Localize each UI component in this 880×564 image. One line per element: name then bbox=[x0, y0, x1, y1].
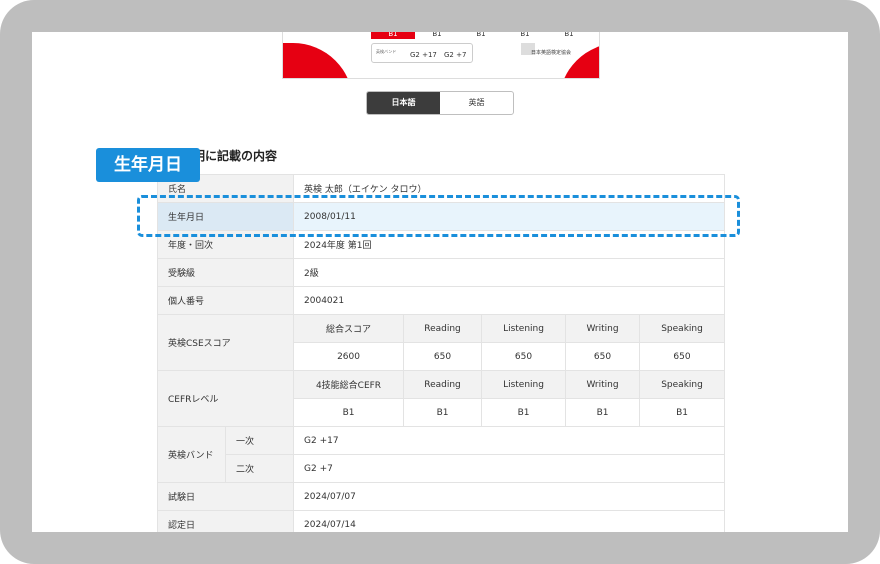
cse-value: 2600 bbox=[293, 342, 405, 371]
language-english-button[interactable]: 英語 bbox=[440, 92, 513, 114]
cse-header: Reading bbox=[403, 314, 483, 343]
certificate-cefr-value: B1 bbox=[520, 32, 530, 38]
table-row-exam-date: 試験日 2024/07/07 bbox=[156, 482, 726, 511]
row-value: 2004021 bbox=[293, 286, 726, 315]
cefr-value: B1 bbox=[481, 398, 567, 427]
device-frame: B1 B1 B1 B1 B1 英検バンド G2 +17 G2 +7 日本英語検定… bbox=[0, 0, 880, 564]
certificate-band-first: G2 +17 bbox=[410, 51, 437, 59]
cefr-header: Reading bbox=[403, 370, 483, 399]
row-label: 試験日 bbox=[156, 482, 295, 511]
row-label: 英検バンド bbox=[157, 426, 226, 483]
row-value: 英検 太郎（エイケン タロウ） bbox=[293, 174, 726, 203]
cse-header: 総合スコア bbox=[293, 314, 405, 343]
cse-value: 650 bbox=[403, 342, 483, 371]
table-row-cse-header: 英検CSEスコア 総合スコア Reading Listening Writing… bbox=[156, 314, 726, 371]
cse-value: 650 bbox=[565, 342, 641, 371]
cefr-header: Speaking bbox=[639, 370, 726, 399]
certificate-red-decoration-left bbox=[283, 43, 353, 78]
band-first-value: G2 +17 bbox=[293, 426, 726, 455]
band-second-value: G2 +7 bbox=[293, 454, 726, 483]
certificate-cefr-value: B1 bbox=[371, 32, 415, 39]
row-value: 2008/01/11 bbox=[293, 202, 726, 231]
cefr-value: B1 bbox=[403, 398, 483, 427]
cefr-header: 4技能総合CEFR bbox=[293, 370, 405, 399]
certificate-cefr-value: B1 bbox=[564, 32, 574, 38]
certificate-issuer: 日本英語検定協会 bbox=[531, 50, 572, 56]
screen: B1 B1 B1 B1 B1 英検バンド G2 +17 G2 +7 日本英語検定… bbox=[32, 32, 848, 532]
table-row-result-date: 認定日 2024/07/14 bbox=[156, 510, 726, 532]
cse-header: Speaking bbox=[639, 314, 726, 343]
cefr-header: Listening bbox=[481, 370, 567, 399]
cefr-value: B1 bbox=[639, 398, 726, 427]
row-label: 認定日 bbox=[156, 510, 295, 532]
row-label: 年度・回次 bbox=[156, 230, 295, 259]
language-toggle: 日本語 英語 bbox=[366, 91, 514, 115]
cse-header: Writing bbox=[565, 314, 641, 343]
certificate-cefr-value: B1 bbox=[432, 32, 442, 38]
table-row-band-first: 英検バンド 一次 G2 +17 bbox=[157, 426, 726, 483]
row-label: 個人番号 bbox=[156, 286, 295, 315]
cse-value: 650 bbox=[481, 342, 567, 371]
birthdate-callout-tag: 生年月日 bbox=[96, 148, 200, 182]
row-value: 2024年度 第1回 bbox=[293, 230, 726, 259]
row-label: 英検CSEスコア bbox=[156, 314, 295, 371]
table-row-name: 氏名 英検 太郎（エイケン タロウ） bbox=[156, 174, 726, 203]
cefr-header: Writing bbox=[565, 370, 641, 399]
certificate-preview: B1 B1 B1 B1 B1 英検バンド G2 +17 G2 +7 日本英語検定… bbox=[282, 32, 600, 79]
certificate-band-box: 英検バンド G2 +17 G2 +7 bbox=[371, 43, 473, 63]
language-japanese-button[interactable]: 日本語 bbox=[367, 92, 440, 114]
table-row-band-second: 二次 G2 +7 bbox=[158, 454, 726, 483]
row-value: 2024/07/07 bbox=[293, 482, 726, 511]
certificate-band-second: G2 +7 bbox=[444, 51, 467, 59]
table-row-grade: 受験級 2級 bbox=[156, 258, 726, 287]
cse-header: Listening bbox=[481, 314, 567, 343]
certificate-band-label: 英検バンド bbox=[376, 49, 397, 54]
cse-value: 650 bbox=[639, 342, 726, 371]
cefr-value: B1 bbox=[565, 398, 641, 427]
band-first-label: 一次 bbox=[224, 426, 295, 455]
certificate-cefr-value: B1 bbox=[476, 32, 486, 38]
row-label: 受験級 bbox=[156, 258, 295, 287]
table-row-personal-number: 個人番号 2004021 bbox=[156, 286, 726, 315]
row-label: CEFRレベル bbox=[156, 370, 295, 427]
certificate-cefr-row: B1 B1 B1 B1 B1 bbox=[371, 32, 591, 39]
table-row-exam-session: 年度・回次 2024年度 第1回 bbox=[156, 230, 726, 259]
table-row-cefr-header: CEFRレベル 4技能総合CEFR Reading Listening Writ… bbox=[156, 370, 726, 427]
band-second-label: 二次 bbox=[224, 454, 295, 483]
row-label: 生年月日 bbox=[156, 202, 295, 231]
row-value: 2024/07/14 bbox=[293, 510, 726, 532]
row-value: 2級 bbox=[293, 258, 726, 287]
cefr-value: B1 bbox=[293, 398, 405, 427]
certificate-info-table: 氏名 英検 太郎（エイケン タロウ） 生年月日 2008/01/11 年度・回次… bbox=[156, 174, 726, 532]
table-row-birthdate: 生年月日 2008/01/11 bbox=[156, 202, 726, 231]
